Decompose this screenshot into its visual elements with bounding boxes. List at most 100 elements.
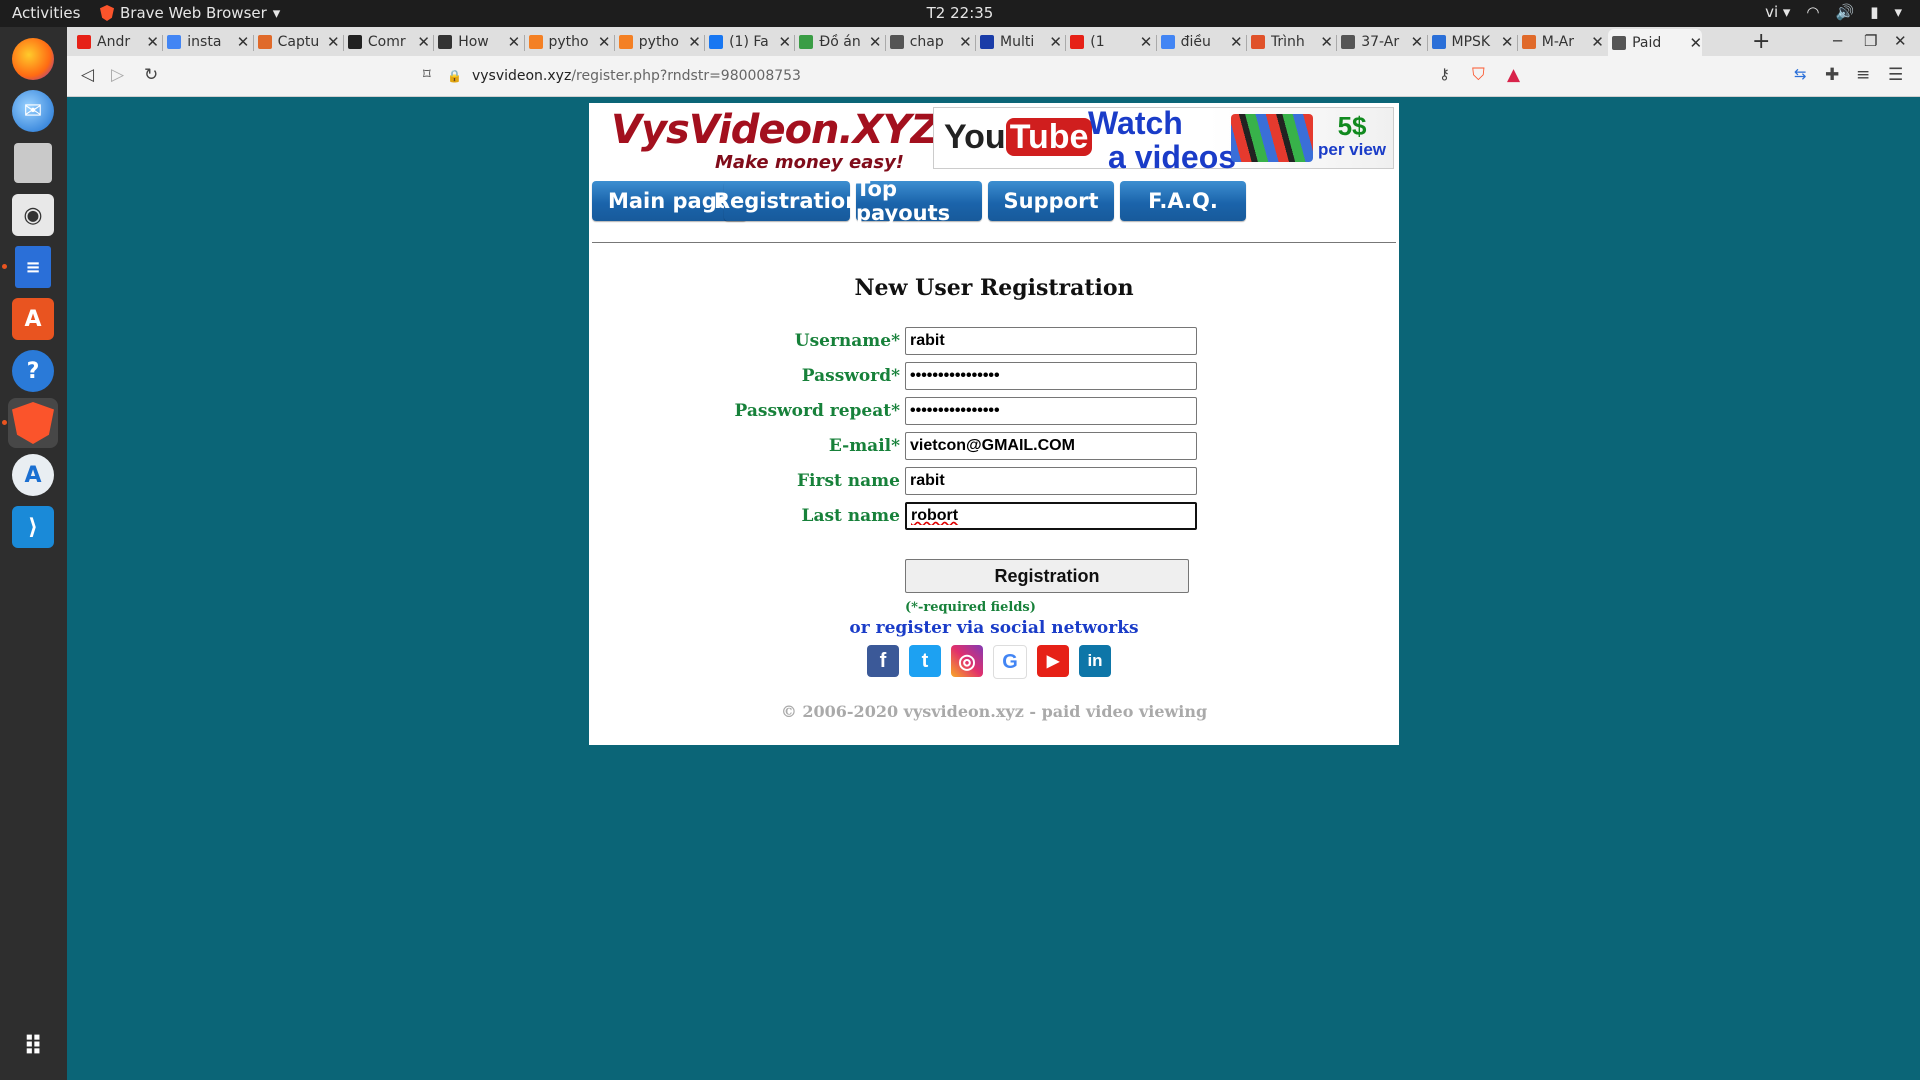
close-tab-icon[interactable]: ✕ (1411, 33, 1424, 51)
clock[interactable]: T2 22:35 (927, 4, 994, 22)
browser-tab[interactable]: chap ✕ (889, 30, 972, 54)
software-icon: A (12, 298, 54, 340)
nav-faq[interactable]: F.A.Q. (1120, 181, 1246, 221)
email-field[interactable] (905, 432, 1197, 460)
close-tab-icon[interactable]: ✕ (1230, 33, 1243, 51)
browser-tab[interactable]: Captu ✕ (257, 30, 340, 54)
bookmark-icon[interactable]: ⌑ (423, 65, 431, 83)
instagram-icon[interactable]: ◎ (951, 645, 983, 677)
dock-writer[interactable]: ≡ (2, 242, 58, 292)
translate-icon[interactable]: ⇆ (1794, 65, 1807, 83)
close-tab-icon[interactable]: ✕ (237, 33, 250, 51)
close-tab-icon[interactable]: ✕ (327, 33, 340, 51)
new-tab-button[interactable]: + (1752, 29, 1770, 54)
close-tab-icon[interactable]: ✕ (688, 33, 701, 51)
close-tab-icon[interactable]: ✕ (1591, 33, 1604, 51)
browser-tab[interactable]: Multi ✕ (980, 30, 1062, 54)
banner-watch-line1: Watch (1088, 105, 1183, 141)
browser-tab[interactable]: MPSK ✕ (1431, 30, 1514, 54)
close-window-button[interactable]: ✕ (1894, 32, 1907, 50)
nav-support[interactable]: Support (988, 181, 1114, 221)
close-tab-icon[interactable]: ✕ (417, 33, 430, 51)
dock-brave[interactable] (2, 398, 58, 448)
browser-tab[interactable]: How ✕ (438, 30, 520, 54)
chevron-down-icon[interactable]: ▾ (1894, 3, 1902, 21)
youtube-icon[interactable]: ▶ (1037, 645, 1069, 677)
browser-tab[interactable]: Paid ✕ (1608, 29, 1703, 56)
site-logo[interactable]: VysVideon.XYZ Make money easy! (611, 107, 940, 173)
dock-help[interactable]: ? (8, 346, 58, 396)
reload-button[interactable]: ↻ (144, 65, 158, 85)
close-tab-icon[interactable]: ✕ (869, 33, 882, 51)
facebook-icon[interactable]: f (867, 645, 899, 677)
tab-label: chap (909, 34, 944, 50)
browser-tab[interactable]: Comr ✕ (347, 30, 430, 54)
browser-tab[interactable]: Trình ✕ (1250, 30, 1333, 54)
close-tab-icon[interactable]: ✕ (1690, 34, 1703, 52)
activities-button[interactable]: Activities (12, 4, 80, 22)
address-bar[interactable]: 🔒 vysvideon.xyz/register.php?rndstr=9800… (447, 62, 1517, 90)
dock-thunderbird[interactable]: ✉ (8, 86, 58, 136)
close-tab-icon[interactable]: ✕ (779, 33, 792, 51)
close-tab-icon[interactable]: ✕ (1049, 33, 1062, 51)
volume-icon[interactable]: 🔊 (1836, 3, 1855, 21)
password-repeat-field[interactable] (905, 397, 1197, 425)
ad-banner[interactable]: You Tube Watch a videos 5$ per view (933, 105, 1394, 174)
language-indicator[interactable]: vi ▾ (1765, 3, 1790, 21)
wifi-icon[interactable]: ◠ (1806, 3, 1819, 21)
close-tab-icon[interactable]: ✕ (1501, 33, 1514, 51)
google-icon[interactable]: G (993, 645, 1027, 679)
browser-tab[interactable]: điều ✕ (1160, 30, 1243, 54)
key-icon[interactable]: ⚷ (1439, 65, 1450, 83)
banner-watch-line2: a videos (1108, 139, 1237, 175)
close-tab-icon[interactable]: ✕ (598, 33, 611, 51)
browser-tab[interactable]: pytho ✕ (528, 30, 611, 54)
close-tab-icon[interactable]: ✕ (146, 33, 159, 51)
browser-tab[interactable]: Đồ án ✕ (799, 30, 881, 54)
dock-rhythmbox[interactable]: ◉ (8, 190, 58, 240)
lock-icon[interactable]: 🔒 (447, 69, 462, 83)
close-tab-icon[interactable]: ✕ (959, 33, 972, 51)
tab-favicon-icon (1160, 35, 1175, 49)
password-field[interactable] (905, 362, 1197, 390)
twitter-icon[interactable]: t (909, 645, 941, 677)
last-name-field[interactable] (905, 502, 1197, 530)
dock-files[interactable] (8, 138, 58, 188)
browser-tab[interactable]: (1) Fa ✕ (709, 30, 791, 54)
maximize-button[interactable]: ❐ (1864, 32, 1877, 50)
menu-icon[interactable]: ☰ (1888, 65, 1903, 85)
back-button[interactable]: ◁ (81, 65, 94, 85)
app-menu[interactable]: Brave Web Browser ▾ (100, 4, 280, 22)
running-indicator (2, 264, 7, 269)
close-tab-icon[interactable]: ✕ (1320, 33, 1333, 51)
minimize-button[interactable]: ─ (1833, 32, 1842, 50)
username-field[interactable] (905, 327, 1197, 355)
tab-label: Đồ án (819, 34, 861, 50)
dock-app-grid[interactable]: ⠿ (8, 1022, 58, 1072)
browser-tab[interactable]: pytho ✕ (618, 30, 701, 54)
dock-vscode[interactable]: ⟩ (8, 502, 58, 552)
browser-tab[interactable]: Andr ✕ (77, 30, 159, 54)
linkedin-icon[interactable]: in (1079, 645, 1111, 677)
first-name-field[interactable] (905, 467, 1197, 495)
browser-tab[interactable]: (1 ✕ (1070, 30, 1152, 54)
nav-top-payouts[interactable]: Top payouts (856, 177, 982, 225)
extensions-icon[interactable]: ✚ (1825, 65, 1839, 85)
close-tab-icon[interactable]: ✕ (1140, 33, 1153, 51)
brave-shields-icon[interactable]: ⛉ (1472, 65, 1485, 85)
dock-firefox[interactable] (8, 34, 58, 84)
browser-tab[interactable]: M-Ar ✕ (1521, 30, 1604, 54)
forward-button[interactable]: ▷ (111, 65, 124, 85)
battery-icon[interactable]: ▮ (1870, 3, 1878, 21)
browser-tab[interactable]: 37-Ar ✕ (1341, 30, 1423, 54)
registration-button[interactable]: Registration (905, 559, 1189, 593)
browser-tab[interactable]: insta ✕ (167, 30, 249, 54)
close-tab-icon[interactable]: ✕ (508, 33, 521, 51)
tab-separator (794, 35, 796, 51)
dock-software[interactable]: A (8, 294, 58, 344)
tab-favicon-icon (167, 35, 182, 49)
playlist-icon[interactable]: ≡ (1856, 65, 1870, 85)
dock-android-studio[interactable]: A (8, 450, 58, 500)
brave-rewards-icon[interactable]: ▲ (1507, 65, 1520, 85)
nav-registration[interactable]: Registration (714, 181, 860, 221)
